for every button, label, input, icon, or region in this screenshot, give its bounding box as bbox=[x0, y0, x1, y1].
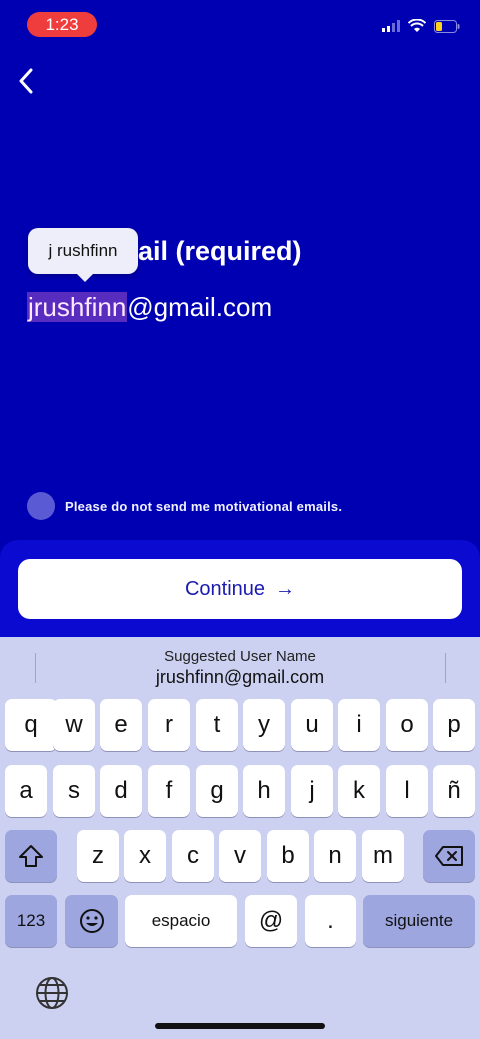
key-r[interactable]: r bbox=[148, 699, 190, 751]
key-a[interactable]: a bbox=[5, 765, 47, 817]
globe-icon bbox=[36, 977, 68, 1009]
backspace-icon bbox=[435, 846, 463, 866]
key-x[interactable]: x bbox=[124, 830, 166, 882]
key-b[interactable]: b bbox=[267, 830, 309, 882]
key-e[interactable]: e bbox=[100, 699, 142, 751]
key-k[interactable]: k bbox=[338, 765, 380, 817]
page-title: ail (required) bbox=[138, 236, 302, 266]
home-indicator bbox=[155, 1023, 325, 1029]
return-key[interactable]: siguiente bbox=[363, 895, 475, 947]
at-key[interactable]: @ bbox=[245, 895, 297, 947]
key-t[interactable]: t bbox=[196, 699, 238, 751]
shift-key[interactable] bbox=[5, 830, 57, 882]
back-button[interactable] bbox=[8, 62, 44, 100]
key-n-tilde[interactable]: ñ bbox=[433, 765, 475, 817]
delete-key[interactable] bbox=[423, 830, 475, 882]
wifi-icon bbox=[408, 19, 426, 32]
status-icons bbox=[382, 18, 460, 34]
key-l[interactable]: l bbox=[386, 765, 428, 817]
suggestion-bar[interactable]: Suggested User Name jrushfinn@gmail.com bbox=[0, 637, 480, 697]
key-f[interactable]: f bbox=[148, 765, 190, 817]
key-z[interactable]: z bbox=[77, 830, 119, 882]
globe-button[interactable] bbox=[34, 975, 72, 1013]
email-text-rest: @gmail.com bbox=[127, 292, 273, 322]
key-h[interactable]: h bbox=[243, 765, 285, 817]
key-s[interactable]: s bbox=[53, 765, 95, 817]
emoji-key[interactable] bbox=[65, 895, 118, 947]
key-y[interactable]: y bbox=[243, 699, 285, 751]
opt-out-label: Please do not send me motivational email… bbox=[65, 498, 343, 514]
numbers-key[interactable]: 123 bbox=[5, 895, 57, 947]
suggest-value[interactable]: jrushfinn@gmail.com bbox=[0, 667, 480, 688]
battery-icon bbox=[434, 19, 460, 33]
key-c[interactable]: c bbox=[172, 830, 214, 882]
space-key[interactable]: espacio bbox=[125, 895, 237, 947]
status-bar: 1:23 bbox=[0, 0, 480, 48]
opt-out-row[interactable]: Please do not send me motivational email… bbox=[27, 491, 342, 521]
chevron-left-icon bbox=[19, 68, 33, 94]
key-m[interactable]: m bbox=[362, 830, 404, 882]
shift-icon bbox=[19, 845, 43, 867]
dot-key[interactable]: . bbox=[305, 895, 356, 947]
email-input[interactable]: jrushfinn@gmail.com bbox=[27, 292, 272, 323]
key-n[interactable]: n bbox=[314, 830, 356, 882]
continue-button[interactable]: Continue → bbox=[18, 559, 462, 619]
continue-label: Continue bbox=[184, 577, 266, 600]
suggest-title: Suggested User Name bbox=[164, 648, 316, 665]
key-u[interactable]: u bbox=[291, 699, 333, 751]
key-g[interactable]: g bbox=[196, 765, 238, 817]
cellular-signal-icon bbox=[382, 20, 400, 32]
emoji-icon bbox=[79, 909, 104, 933]
key-d[interactable]: d bbox=[100, 765, 142, 817]
key-w[interactable]: w bbox=[53, 699, 95, 751]
key-o[interactable]: o bbox=[386, 699, 428, 751]
key-p[interactable]: p bbox=[433, 699, 475, 751]
arrow-right-icon: → bbox=[275, 577, 296, 600]
status-time: 1:23 bbox=[27, 12, 97, 37]
key-q[interactable]: q bbox=[5, 699, 57, 751]
opt-out-radio[interactable] bbox=[27, 492, 55, 520]
text-selection-tooltip[interactable]: j rushfinn bbox=[28, 228, 138, 282]
keyboard: Suggested User Name jrushfinn@gmail.com … bbox=[0, 637, 480, 1039]
key-i[interactable]: i bbox=[338, 699, 380, 751]
key-v[interactable]: v bbox=[219, 830, 261, 882]
key-j[interactable]: j bbox=[291, 765, 333, 817]
email-selected-text: jrushfinn bbox=[27, 292, 128, 322]
